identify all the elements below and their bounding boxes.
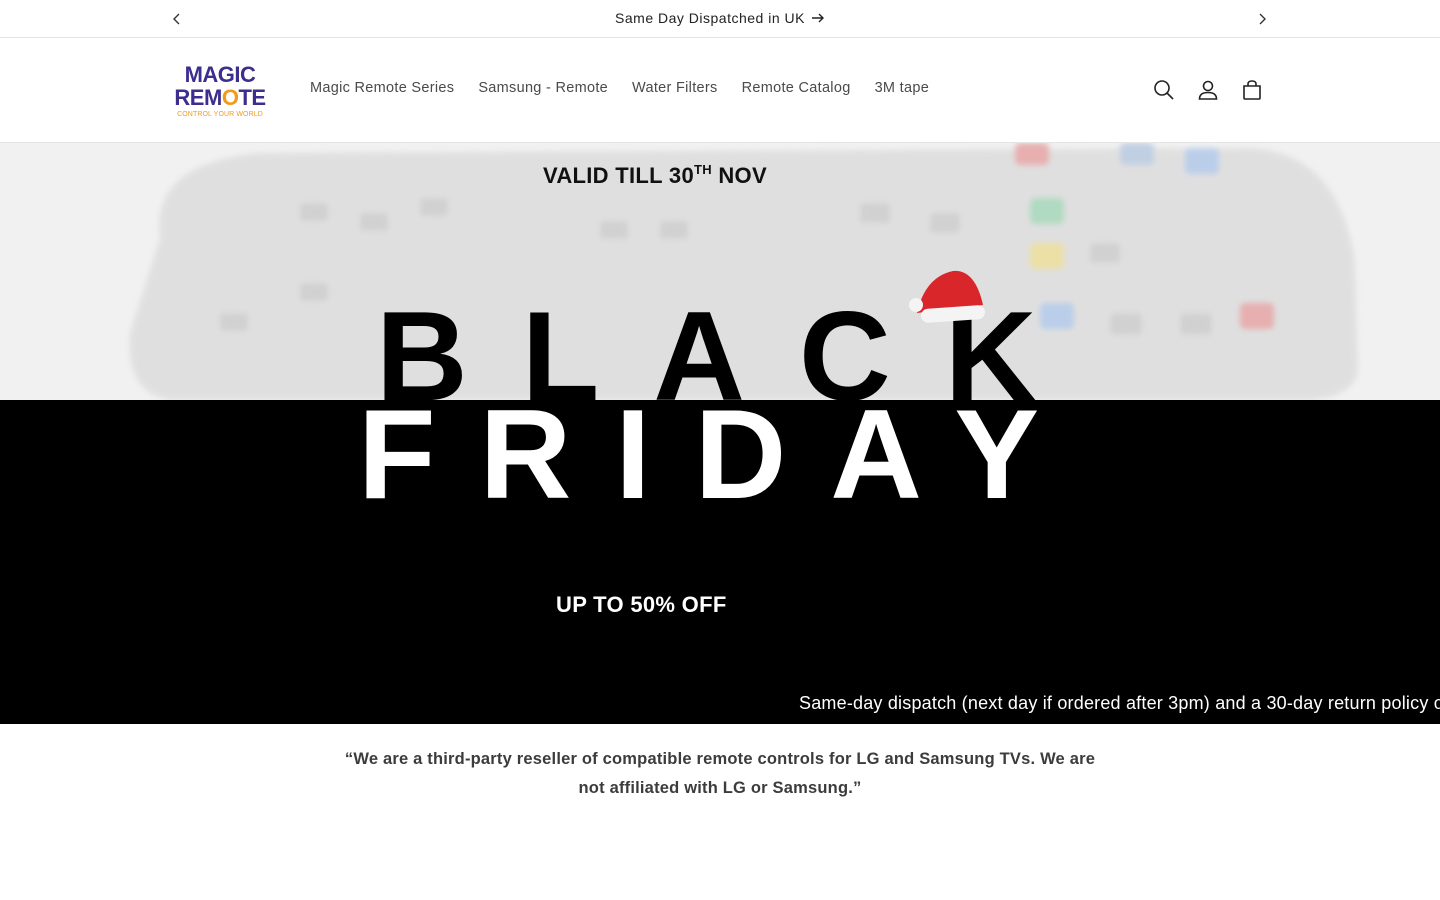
arrow-right-icon: [811, 13, 824, 23]
account-button[interactable]: [1195, 77, 1221, 103]
nav-item-samsung-remote[interactable]: Samsung - Remote: [466, 80, 620, 96]
search-button[interactable]: [1151, 77, 1177, 103]
discount-offer-text: UP TO 50% OFF: [556, 592, 727, 617]
announcement-message: Same Day Dispatched in UK: [0, 0, 1440, 36]
logo-tagline: CONTROL YOUR WORLD: [177, 111, 263, 118]
account-icon: [1198, 80, 1218, 100]
nav-item-remote-catalog[interactable]: Remote Catalog: [730, 80, 863, 96]
valid-until-prefix: VALID TILL 30: [543, 163, 694, 188]
nav-item-water-filters[interactable]: Water Filters: [620, 80, 730, 96]
nav-item-magic-remote-series[interactable]: Magic Remote Series: [298, 80, 466, 96]
logo-flame-o: O: [221, 85, 239, 110]
valid-until-suffix: NOV: [711, 163, 767, 188]
announcement-text: Same Day Dispatched in UK: [615, 10, 805, 26]
announcement-bar: Same Day Dispatched in UK: [0, 0, 1440, 38]
santa-hat-icon: [909, 270, 985, 323]
site-header: MAGIC REMOTE CONTROL YOUR WORLD Magic Re…: [0, 38, 1440, 143]
search-icon: [1154, 80, 1174, 100]
cart-button[interactable]: [1239, 77, 1265, 103]
announcement-next-button[interactable]: [1252, 9, 1272, 29]
hero-friday-word: FRIDAY: [358, 383, 1084, 525]
shipping-ticker-text: Same-day dispatch (next day if ordered a…: [799, 693, 1440, 713]
logo-line-2-end: TE: [238, 85, 266, 110]
logo-line-1: MAGIC: [184, 62, 256, 87]
reseller-disclaimer: “We are a third-party reseller of compat…: [344, 750, 1096, 797]
valid-until-superscript: TH: [694, 162, 712, 177]
chevron-right-icon: [1259, 13, 1266, 25]
logo-line-2: REMOTE: [172, 87, 268, 109]
hero-banner[interactable]: VALID TILL 30TH NOV BLACK FRIDAY UP TO 5…: [0, 143, 1440, 724]
announcement-link[interactable]: Same Day Dispatched in UK: [615, 10, 825, 26]
valid-until-text: VALID TILL 30TH NOV: [543, 162, 767, 189]
logo-line-2-start: REM: [174, 85, 222, 110]
cart-icon: [1243, 80, 1261, 100]
nav-item-3m-tape[interactable]: 3M tape: [863, 80, 942, 96]
main-nav: Magic Remote Series Samsung - Remote Wat…: [298, 80, 941, 96]
site-logo[interactable]: MAGIC REMOTE CONTROL YOUR WORLD: [172, 62, 272, 119]
